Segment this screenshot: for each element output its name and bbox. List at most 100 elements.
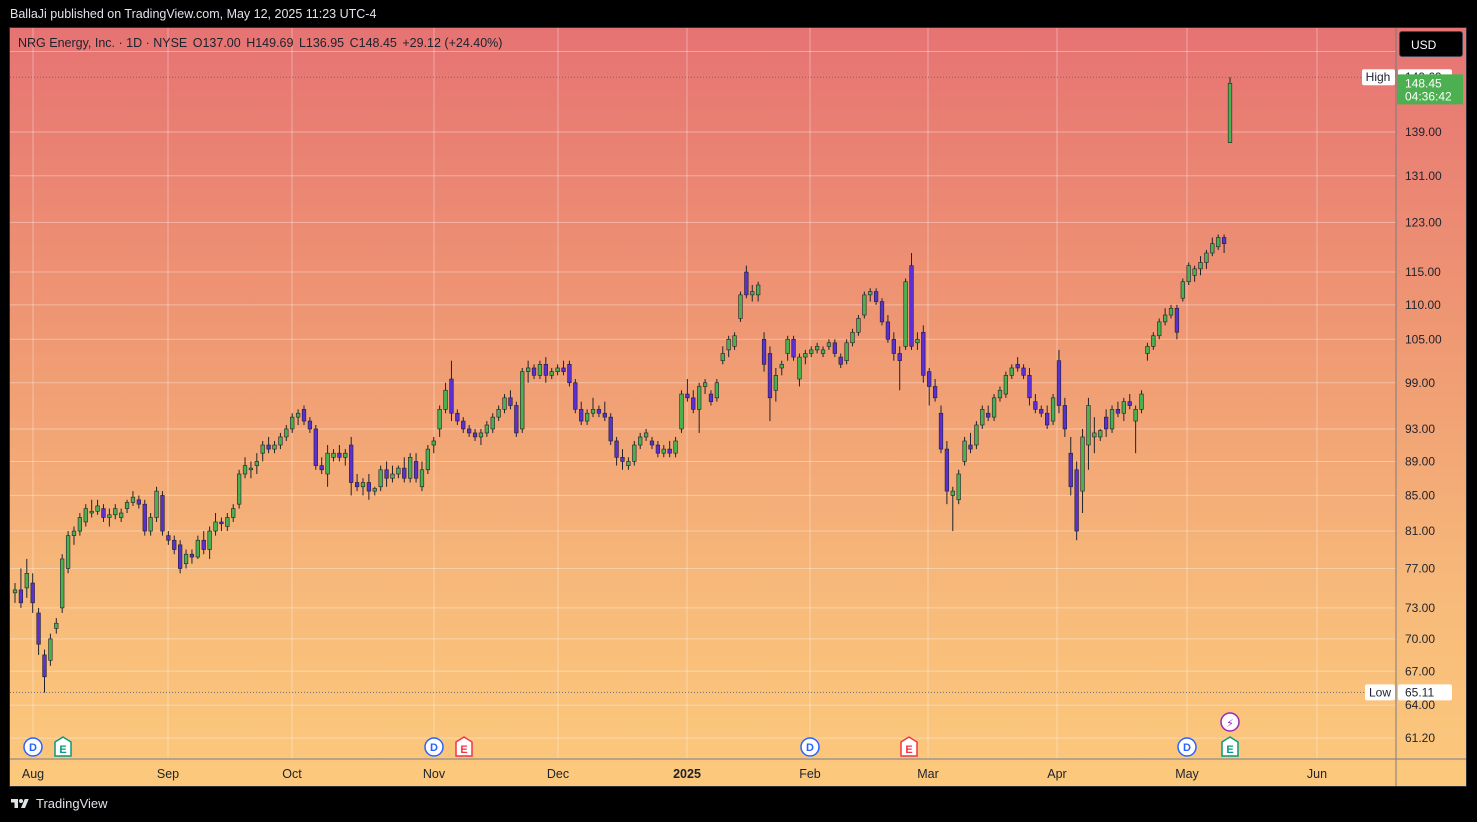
- candle-body: [278, 436, 283, 446]
- candle-body: [1009, 367, 1014, 376]
- lightning-marker-glyph: ⚡: [1226, 717, 1234, 730]
- candle-body: [496, 409, 501, 418]
- candle-body: [885, 321, 891, 340]
- candle-body: [1027, 375, 1032, 399]
- y-tick-label: 81.00: [1405, 524, 1435, 538]
- candle-body: [732, 335, 737, 347]
- candle: [449, 360, 454, 422]
- candle-body: [921, 331, 926, 376]
- x-tick-label: Oct: [282, 767, 302, 781]
- candle: [372, 486, 377, 496]
- candle: [154, 486, 159, 522]
- candle: [1227, 77, 1233, 143]
- candle-body: [1104, 416, 1109, 430]
- candle: [431, 436, 436, 454]
- candle-body: [1015, 364, 1020, 369]
- candle-body: [413, 461, 419, 479]
- candle: [655, 440, 661, 458]
- earnings-marker-icon[interactable]: E: [455, 736, 473, 757]
- dividend-marker-icon[interactable]: D: [23, 737, 43, 757]
- candle-body: [478, 432, 484, 438]
- candle: [272, 440, 277, 454]
- dividend-marker-icon[interactable]: D: [1177, 737, 1197, 757]
- candle-body: [862, 294, 867, 316]
- candle-body: [897, 353, 902, 361]
- candle-body: [614, 440, 619, 458]
- candle-body: [950, 490, 955, 496]
- candle: [779, 360, 784, 376]
- candle-body: [838, 356, 843, 365]
- legend-open: O137.00: [192, 36, 241, 50]
- candle-body: [1086, 405, 1091, 446]
- candle: [838, 353, 843, 368]
- price-chart[interactable]: 155.00139.00131.00123.00115.00110.00105.…: [10, 28, 1466, 786]
- candle: [77, 513, 83, 536]
- candle-body: [726, 338, 731, 351]
- candle: [832, 339, 837, 358]
- candle-body: [1151, 335, 1156, 347]
- candle-body: [77, 517, 83, 532]
- candle: [938, 405, 944, 454]
- candle: [408, 453, 413, 483]
- footer-brand: TradingView: [10, 796, 108, 811]
- dividend-marker-icon[interactable]: D: [424, 737, 444, 757]
- dividend-marker-icon[interactable]: D: [800, 737, 820, 757]
- candle-body: [437, 409, 442, 430]
- candle-body: [65, 535, 71, 569]
- y-tick-label: 89.00: [1405, 454, 1435, 468]
- x-tick-label: Sep: [157, 767, 179, 781]
- earnings-marker-icon[interactable]: E: [900, 736, 918, 757]
- earnings-marker-letter: E: [460, 744, 467, 756]
- candle: [95, 499, 100, 515]
- candle-body: [467, 428, 472, 434]
- candle-body: [1021, 367, 1026, 376]
- candle: [903, 278, 908, 350]
- y-tick-label: 99.00: [1405, 376, 1435, 390]
- candle-body: [30, 582, 35, 604]
- candle-body: [95, 505, 100, 512]
- candle: [891, 332, 896, 361]
- candle: [638, 432, 643, 450]
- candle: [856, 315, 861, 336]
- candle-body: [154, 490, 159, 518]
- candle: [502, 394, 507, 414]
- candle: [89, 499, 94, 518]
- candle: [873, 288, 879, 305]
- candle-body: [879, 301, 885, 323]
- y-tick-label: 85.00: [1405, 488, 1435, 502]
- candle: [1003, 371, 1009, 398]
- candle: [1210, 237, 1215, 257]
- candle: [248, 461, 254, 479]
- x-tick-label: Dec: [547, 767, 569, 781]
- candle-body: [419, 469, 425, 488]
- candle-body: [697, 386, 702, 410]
- chart-frame[interactable]: 155.00139.00131.00123.00115.00110.00105.…: [9, 27, 1467, 787]
- candle: [166, 531, 171, 545]
- candle-body: [307, 420, 313, 430]
- candle: [526, 360, 531, 383]
- candle-body: [1033, 401, 1038, 410]
- currency-button[interactable]: USD: [1399, 31, 1463, 57]
- y-tick-label: 139.00: [1405, 125, 1442, 139]
- earnings-marker-icon[interactable]: E: [1221, 736, 1239, 757]
- earnings-marker-icon[interactable]: E: [54, 736, 72, 757]
- candle: [573, 379, 578, 414]
- candle-body: [366, 482, 372, 492]
- candle: [691, 390, 696, 414]
- y-tick-label: 77.00: [1405, 561, 1435, 575]
- y-tick-label: 73.00: [1405, 601, 1435, 615]
- candle-body: [891, 338, 896, 354]
- candle-body: [962, 440, 967, 462]
- candle: [231, 504, 236, 522]
- candle: [1216, 234, 1221, 250]
- candle-body: [60, 558, 65, 609]
- candle-body: [461, 420, 466, 430]
- candle-body: [1216, 237, 1221, 248]
- candle-body: [443, 389, 448, 410]
- candle-body: [968, 444, 973, 450]
- candle-body: [1227, 83, 1233, 143]
- candle: [514, 401, 519, 437]
- candle-body: [673, 440, 678, 454]
- candle: [455, 409, 460, 425]
- candle: [1062, 397, 1067, 437]
